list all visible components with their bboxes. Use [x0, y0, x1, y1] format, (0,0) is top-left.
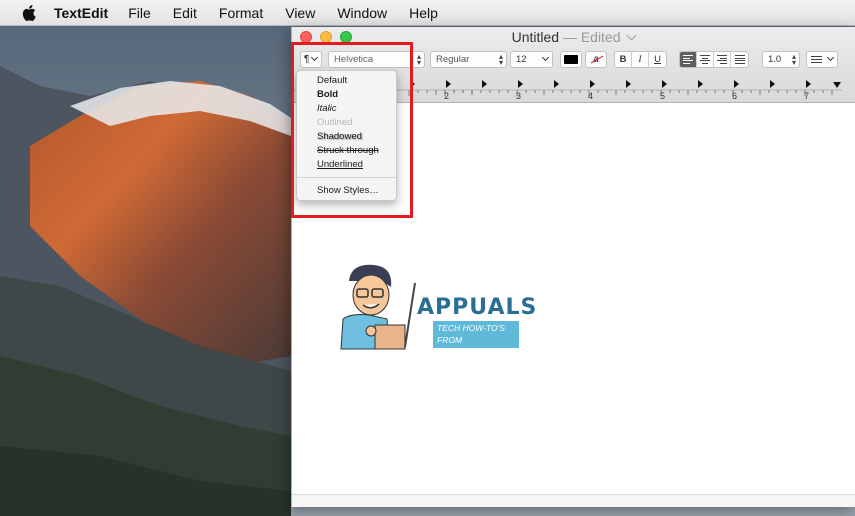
italic-button[interactable]: I [632, 52, 649, 67]
up-down-arrows-icon: ▴ ▾ [791, 52, 796, 67]
styles-menu: Default Bold Italic Outlined Shadowed St… [296, 70, 397, 201]
menu-help[interactable]: Help [409, 5, 438, 21]
up-down-arrows-icon: ▴ ▾ [416, 52, 421, 67]
alignment-buttons [679, 51, 749, 68]
style-default[interactable]: Default [297, 74, 396, 87]
up-down-arrows-icon: ▴ ▾ [498, 52, 503, 67]
align-left-icon [683, 54, 693, 65]
appuals-watermark: APPUALS TECH HOW-TO'S FROM THE EXPERTS! [329, 259, 536, 357]
font-size-value: 12 [516, 54, 527, 65]
justify-icon [734, 54, 745, 65]
style-italic[interactable]: Italic [297, 101, 396, 115]
bold-button[interactable]: B [615, 52, 632, 67]
show-styles-item[interactable]: Show Styles… [297, 183, 396, 197]
apple-menu[interactable] [0, 4, 58, 21]
menu-window[interactable]: Window [337, 5, 387, 21]
ruler-label: 2 [444, 91, 450, 101]
watermark-brand: APPUALS [417, 295, 538, 320]
ruler-label: 4 [588, 91, 594, 101]
text-color-swatch [564, 55, 578, 64]
paragraph-styles-button[interactable]: ¶ [300, 51, 322, 68]
menu-separator [297, 177, 396, 178]
ruler-label: 3 [516, 91, 522, 101]
list-bullets-button[interactable] [806, 51, 838, 68]
menu-file[interactable]: File [128, 5, 151, 21]
mascot-logo-icon [340, 264, 416, 350]
underline-label: U [654, 54, 661, 65]
edited-status: — Edited [562, 29, 621, 45]
align-center-icon [700, 54, 710, 65]
justify-button[interactable] [731, 52, 748, 67]
watermark-tagline: TECH HOW-TO'S FROM THE EXPERTS! [433, 321, 519, 357]
font-family-select[interactable]: Helvetica ▴ ▾ [328, 51, 425, 68]
window-bottom-edge [292, 494, 855, 507]
style-struck-through[interactable]: Struck through [297, 143, 396, 157]
line-spacing-value: 1.0 [768, 54, 782, 65]
apple-logo-icon [22, 4, 36, 21]
align-right-icon [717, 54, 727, 65]
ruler-label: 7 [804, 91, 810, 101]
highlight-color-button[interactable]: a [585, 51, 607, 68]
align-left-button[interactable] [680, 52, 697, 67]
font-family-value: Helvetica [334, 54, 374, 65]
style-shadowed[interactable]: Shadowed [297, 129, 396, 143]
typeface-select[interactable]: Regular ▴ ▾ [430, 51, 507, 68]
style-outlined[interactable]: Outlined [297, 115, 396, 129]
line-spacing-select[interactable]: 1.0 ▴ ▾ [762, 51, 800, 68]
chevron-down-icon [826, 53, 835, 62]
watermark-tagline-line-2: THE EXPERTS! [437, 347, 499, 357]
italic-label: I [638, 54, 642, 65]
menu-view[interactable]: View [285, 5, 315, 21]
style-bold[interactable]: Bold [297, 87, 396, 101]
window-title[interactable]: Untitled — Edited [292, 29, 855, 45]
ruler-label: 5 [660, 91, 666, 101]
menu-edit[interactable]: Edit [173, 5, 197, 21]
typeface-value: Regular [436, 54, 470, 65]
style-underlined[interactable]: Underlined [297, 157, 396, 171]
chevron-down-icon [626, 30, 637, 41]
ruler-label: 6 [732, 91, 738, 101]
align-right-button[interactable] [714, 52, 731, 67]
underline-button[interactable]: U [649, 52, 666, 67]
text-color-button[interactable] [560, 51, 582, 68]
menu-bar: TextEdit File Edit Format View Window He… [0, 0, 855, 26]
chevron-down-icon [541, 53, 550, 62]
list-bullets-icon [811, 56, 822, 63]
bold-label: B [619, 54, 627, 65]
font-style-buttons: B I U [614, 51, 667, 68]
app-name-menu[interactable]: TextEdit [54, 5, 108, 21]
menu-format[interactable]: Format [219, 5, 263, 21]
pilcrow-icon: ¶ [304, 54, 310, 65]
watermark-tagline-line-1: TECH HOW-TO'S FROM [437, 323, 505, 345]
document-name: Untitled [511, 29, 560, 45]
font-size-combo[interactable]: 12 [510, 51, 553, 68]
align-center-button[interactable] [697, 52, 714, 67]
chevron-down-icon [310, 53, 319, 62]
